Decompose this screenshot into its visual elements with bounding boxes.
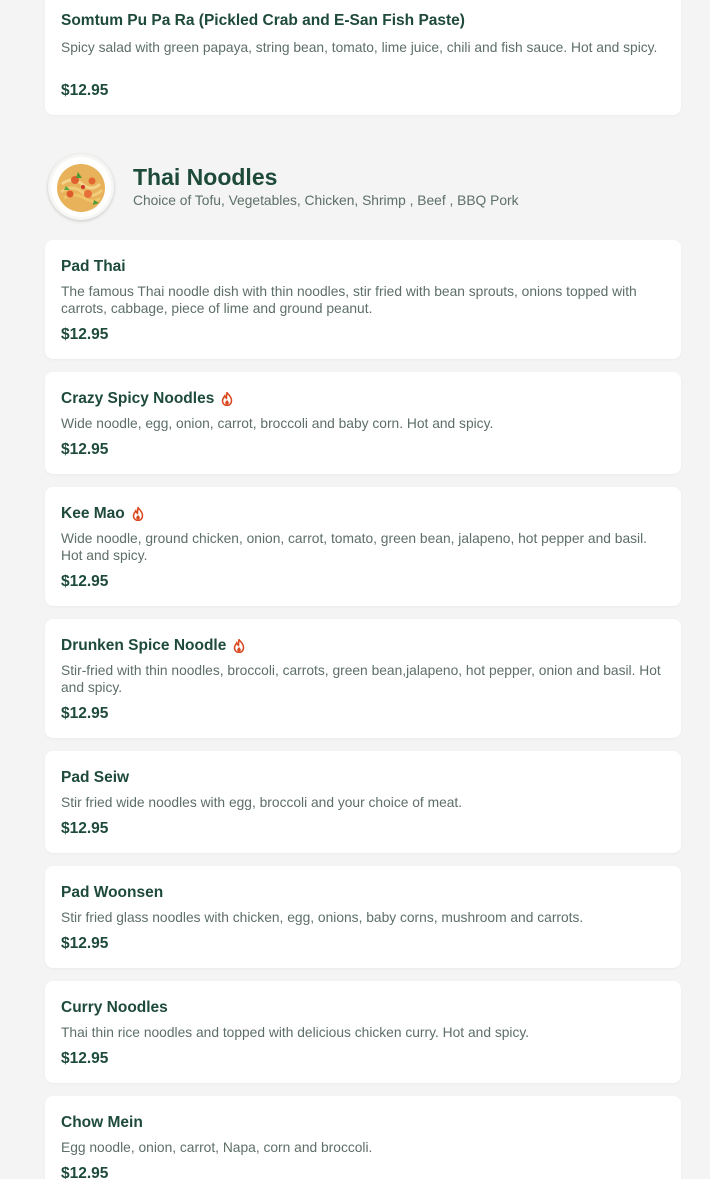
menu-item-description: Stir fried glass noodles with chicken, e… (61, 910, 584, 925)
flame-icon (222, 392, 233, 406)
menu-item-name: Somtum Pu Pa Ra (Pickled Crab and E-San … (61, 12, 465, 29)
menu-item-name: Chow Mein (61, 1114, 143, 1132)
menu-item-description: Egg noodle, onion, carrot, Napa, corn an… (61, 1140, 373, 1155)
menu-item-title: Chow Mein (61, 1114, 143, 1131)
menu-item-price: $12.95 (61, 326, 109, 343)
menu-item-title: Pad Woonsen (61, 884, 164, 901)
menu-item-title: Curry Noodles (61, 999, 168, 1016)
menu-item-description: Stir-fried with thin noodles, broccoli, … (61, 663, 661, 695)
menu-item-title: Pad Seiw (61, 769, 130, 786)
menu-item-name: Drunken Spice Noodle (61, 637, 245, 655)
menu-item-price: $12.95 (61, 935, 109, 952)
menu-item-card[interactable]: Drunken Spice Noodle Stir-fried with thi… (45, 619, 681, 738)
menu-item-card[interactable]: Pad Seiw Stir fried wide noodles with eg… (45, 751, 681, 853)
menu-item-name: Pad Thai (61, 258, 126, 276)
section-subtitle: Choice of Tofu, Vegetables, Chicken, Shr… (133, 193, 519, 208)
menu-item-card[interactable]: Chow Mein Egg noodle, onion, carrot, Nap… (45, 1096, 681, 1179)
noodle-dish-photo (48, 154, 114, 220)
menu-item-name: Crazy Spicy Noodles (61, 390, 233, 408)
menu-item-title: Kee Mao (61, 505, 125, 522)
menu-page: Somtum Pu Pa Ra (Pickled Crab and E-San … (0, 0, 710, 1179)
menu-item-card[interactable]: Kee Mao Wide noodle, ground chicken, oni… (45, 487, 681, 606)
section-header: Thai Noodles Choice of Tofu, Vegetables,… (45, 152, 681, 224)
menu-item-price: $12.95 (61, 1165, 109, 1179)
menu-item-price: $12.95 (61, 573, 109, 590)
menu-item-description: Spicy salad with green papaya, string be… (61, 40, 658, 55)
menu-item-price: $12.95 (61, 820, 109, 837)
menu-item-price: $12.95 (61, 441, 109, 458)
menu-item-description: The famous Thai noodle dish with thin no… (61, 284, 637, 316)
menu-item-card[interactable]: Crazy Spicy Noodles Wide noodle, egg, on… (45, 372, 681, 474)
menu-item-title: Pad Thai (61, 258, 126, 275)
menu-item-price: $12.95 (61, 1050, 109, 1067)
menu-item-price: $12.95 (61, 705, 109, 722)
menu-item-description: Wide noodle, egg, onion, carrot, broccol… (61, 416, 494, 431)
menu-item-name: Curry Noodles (61, 999, 168, 1017)
menu-item-price: $12.95 (61, 82, 109, 99)
menu-item-card[interactable]: Pad Thai The famous Thai noodle dish wit… (45, 240, 681, 359)
menu-item-name: Pad Woonsen (61, 884, 163, 902)
menu-item-description: Wide noodle, ground chicken, onion, carr… (61, 531, 647, 563)
menu-item-title: Crazy Spicy Noodles (61, 390, 215, 407)
flame-icon (132, 507, 144, 521)
flame-icon (234, 639, 245, 653)
menu-item-description: Thai thin rice noodles and topped with d… (61, 1025, 530, 1040)
menu-item-card[interactable]: Curry Noodles Thai thin rice noodles and… (45, 981, 681, 1083)
menu-item-name: Pad Seiw (61, 769, 129, 787)
menu-item-card[interactable]: Pad Woonsen Stir fried glass noodles wit… (45, 866, 681, 968)
menu-item-description: Stir fried wide noodles with egg, brocco… (61, 795, 463, 810)
menu-item-title: Drunken Spice Noodle (61, 637, 227, 654)
menu-item-name: Kee Mao (61, 505, 144, 523)
menu-item-card[interactable]: Somtum Pu Pa Ra (Pickled Crab and E-San … (45, 0, 681, 115)
section-title: Thai Noodles (133, 164, 278, 190)
